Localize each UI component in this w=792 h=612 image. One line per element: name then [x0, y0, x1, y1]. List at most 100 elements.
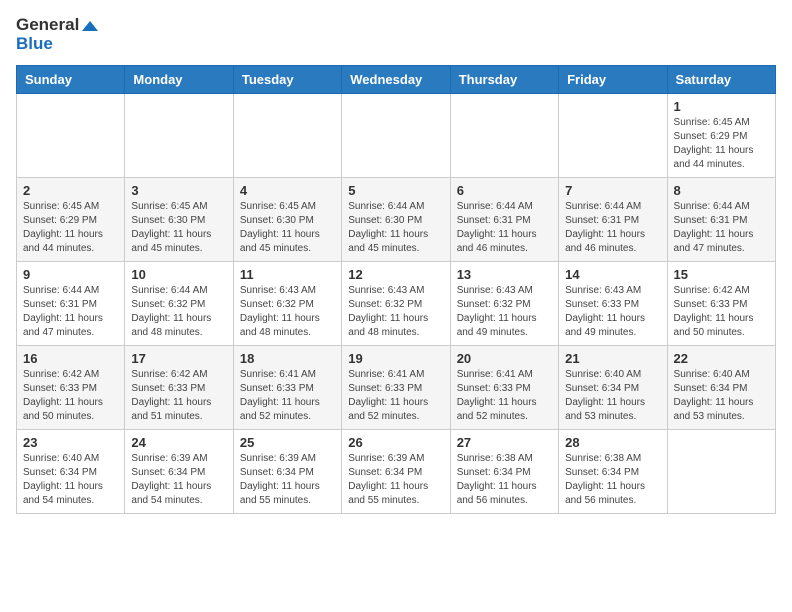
- calendar-cell: 4 Sunrise: 6:45 AM Sunset: 6:30 PM Daylig…: [233, 178, 341, 262]
- calendar-cell: [559, 94, 667, 178]
- day-info: Sunrise: 6:41 AM Sunset: 6:33 PM Dayligh…: [240, 368, 335, 424]
- calendar-cell: [125, 94, 233, 178]
- day-info: Sunrise: 6:44 AM Sunset: 6:32 PM Dayligh…: [131, 284, 226, 340]
- day-number: 20: [457, 351, 552, 366]
- calendar-cell: 22 Sunrise: 6:40 AM Sunset: 6:34 PM Dayli…: [667, 346, 775, 430]
- day-number: 13: [457, 267, 552, 282]
- calendar-cell: 27 Sunrise: 6:38 AM Sunset: 6:34 PM Dayli…: [450, 430, 558, 514]
- calendar-header-tuesday: Tuesday: [233, 66, 341, 94]
- day-info: Sunrise: 6:43 AM Sunset: 6:33 PM Dayligh…: [565, 284, 660, 340]
- day-number: 2: [23, 183, 118, 198]
- calendar-header-row: SundayMondayTuesdayWednesdayThursdayFrid…: [17, 66, 776, 94]
- day-info: Sunrise: 6:38 AM Sunset: 6:34 PM Dayligh…: [565, 452, 660, 508]
- calendar-header-wednesday: Wednesday: [342, 66, 450, 94]
- day-info: Sunrise: 6:42 AM Sunset: 6:33 PM Dayligh…: [674, 284, 769, 340]
- day-info: Sunrise: 6:39 AM Sunset: 6:34 PM Dayligh…: [348, 452, 443, 508]
- day-number: 16: [23, 351, 118, 366]
- day-number: 12: [348, 267, 443, 282]
- logo: General Blue: [16, 16, 98, 53]
- calendar-header-friday: Friday: [559, 66, 667, 94]
- calendar-cell: 28 Sunrise: 6:38 AM Sunset: 6:34 PM Dayli…: [559, 430, 667, 514]
- calendar-cell: 24Sunrise: 6:39 AM Sunset: 6:34 PM Dayli…: [125, 430, 233, 514]
- day-info: Sunrise: 6:42 AM Sunset: 6:33 PM Dayligh…: [23, 368, 118, 424]
- calendar-cell: 14 Sunrise: 6:43 AM Sunset: 6:33 PM Dayli…: [559, 262, 667, 346]
- day-info: Sunrise: 6:44 AM Sunset: 6:31 PM Dayligh…: [23, 284, 118, 340]
- day-number: 4: [240, 183, 335, 198]
- calendar-week-row: 1 Sunrise: 6:45 AM Sunset: 6:29 PM Daylig…: [17, 94, 776, 178]
- calendar-cell: 15 Sunrise: 6:42 AM Sunset: 6:33 PM Dayli…: [667, 262, 775, 346]
- day-info: Sunrise: 6:44 AM Sunset: 6:31 PM Dayligh…: [565, 200, 660, 256]
- day-info: Sunrise: 6:45 AM Sunset: 6:30 PM Dayligh…: [240, 200, 335, 256]
- day-info: Sunrise: 6:44 AM Sunset: 6:31 PM Dayligh…: [674, 200, 769, 256]
- calendar-cell: 21Sunrise: 6:40 AM Sunset: 6:34 PM Dayli…: [559, 346, 667, 430]
- day-number: 3: [131, 183, 226, 198]
- calendar-table: SundayMondayTuesdayWednesdayThursdayFrid…: [16, 65, 776, 514]
- day-number: 6: [457, 183, 552, 198]
- calendar-cell: [17, 94, 125, 178]
- calendar-cell: 2Sunrise: 6:45 AM Sunset: 6:29 PM Daylig…: [17, 178, 125, 262]
- calendar-cell: 3 Sunrise: 6:45 AM Sunset: 6:30 PM Daylig…: [125, 178, 233, 262]
- day-info: Sunrise: 6:40 AM Sunset: 6:34 PM Dayligh…: [674, 368, 769, 424]
- day-info: Sunrise: 6:43 AM Sunset: 6:32 PM Dayligh…: [457, 284, 552, 340]
- calendar-cell: 12 Sunrise: 6:43 AM Sunset: 6:32 PM Dayli…: [342, 262, 450, 346]
- day-info: Sunrise: 6:44 AM Sunset: 6:31 PM Dayligh…: [457, 200, 552, 256]
- calendar-cell: 11 Sunrise: 6:43 AM Sunset: 6:32 PM Dayli…: [233, 262, 341, 346]
- day-number: 19: [348, 351, 443, 366]
- day-number: 5: [348, 183, 443, 198]
- day-number: 7: [565, 183, 660, 198]
- day-number: 22: [674, 351, 769, 366]
- day-info: Sunrise: 6:40 AM Sunset: 6:34 PM Dayligh…: [23, 452, 118, 508]
- day-info: Sunrise: 6:40 AM Sunset: 6:34 PM Dayligh…: [565, 368, 660, 424]
- day-info: Sunrise: 6:41 AM Sunset: 6:33 PM Dayligh…: [457, 368, 552, 424]
- day-number: 10: [131, 267, 226, 282]
- page-header: General Blue: [16, 16, 776, 53]
- calendar-cell: 5 Sunrise: 6:44 AM Sunset: 6:30 PM Daylig…: [342, 178, 450, 262]
- calendar-header-saturday: Saturday: [667, 66, 775, 94]
- calendar-week-row: 9 Sunrise: 6:44 AM Sunset: 6:31 PM Daylig…: [17, 262, 776, 346]
- day-number: 27: [457, 435, 552, 450]
- calendar-cell: 1 Sunrise: 6:45 AM Sunset: 6:29 PM Daylig…: [667, 94, 775, 178]
- day-number: 11: [240, 267, 335, 282]
- calendar-cell: 13 Sunrise: 6:43 AM Sunset: 6:32 PM Dayli…: [450, 262, 558, 346]
- calendar-cell: 7 Sunrise: 6:44 AM Sunset: 6:31 PM Daylig…: [559, 178, 667, 262]
- day-number: 9: [23, 267, 118, 282]
- day-number: 18: [240, 351, 335, 366]
- calendar-cell: 20 Sunrise: 6:41 AM Sunset: 6:33 PM Dayli…: [450, 346, 558, 430]
- day-number: 23: [23, 435, 118, 450]
- calendar-cell: 23 Sunrise: 6:40 AM Sunset: 6:34 PM Dayli…: [17, 430, 125, 514]
- day-info: Sunrise: 6:39 AM Sunset: 6:34 PM Dayligh…: [240, 452, 335, 508]
- calendar-cell: 25 Sunrise: 6:39 AM Sunset: 6:34 PM Dayli…: [233, 430, 341, 514]
- day-number: 26: [348, 435, 443, 450]
- day-info: Sunrise: 6:38 AM Sunset: 6:34 PM Dayligh…: [457, 452, 552, 508]
- day-info: Sunrise: 6:45 AM Sunset: 6:29 PM Dayligh…: [674, 116, 769, 172]
- day-number: 15: [674, 267, 769, 282]
- calendar-header-sunday: Sunday: [17, 66, 125, 94]
- day-info: Sunrise: 6:45 AM Sunset: 6:30 PM Dayligh…: [131, 200, 226, 256]
- day-number: 17: [131, 351, 226, 366]
- day-info: Sunrise: 6:39 AM Sunset: 6:34 PM Dayligh…: [131, 452, 226, 508]
- calendar-cell: 17 Sunrise: 6:42 AM Sunset: 6:33 PM Dayli…: [125, 346, 233, 430]
- day-number: 1: [674, 99, 769, 114]
- day-number: 25: [240, 435, 335, 450]
- day-info: Sunrise: 6:43 AM Sunset: 6:32 PM Dayligh…: [240, 284, 335, 340]
- day-number: 8: [674, 183, 769, 198]
- calendar-header-thursday: Thursday: [450, 66, 558, 94]
- logo-text: General Blue: [16, 16, 98, 53]
- calendar-week-row: 2Sunrise: 6:45 AM Sunset: 6:29 PM Daylig…: [17, 178, 776, 262]
- calendar-week-row: 16 Sunrise: 6:42 AM Sunset: 6:33 PM Dayli…: [17, 346, 776, 430]
- calendar-cell: 8 Sunrise: 6:44 AM Sunset: 6:31 PM Daylig…: [667, 178, 775, 262]
- day-number: 28: [565, 435, 660, 450]
- calendar-cell: 16 Sunrise: 6:42 AM Sunset: 6:33 PM Dayli…: [17, 346, 125, 430]
- day-info: Sunrise: 6:41 AM Sunset: 6:33 PM Dayligh…: [348, 368, 443, 424]
- day-info: Sunrise: 6:42 AM Sunset: 6:33 PM Dayligh…: [131, 368, 226, 424]
- calendar-cell: 19 Sunrise: 6:41 AM Sunset: 6:33 PM Dayli…: [342, 346, 450, 430]
- day-info: Sunrise: 6:44 AM Sunset: 6:30 PM Dayligh…: [348, 200, 443, 256]
- calendar-cell: 26 Sunrise: 6:39 AM Sunset: 6:34 PM Dayli…: [342, 430, 450, 514]
- calendar-week-row: 23 Sunrise: 6:40 AM Sunset: 6:34 PM Dayli…: [17, 430, 776, 514]
- calendar-cell: 9 Sunrise: 6:44 AM Sunset: 6:31 PM Daylig…: [17, 262, 125, 346]
- day-info: Sunrise: 6:43 AM Sunset: 6:32 PM Dayligh…: [348, 284, 443, 340]
- day-number: 14: [565, 267, 660, 282]
- calendar-cell: 6 Sunrise: 6:44 AM Sunset: 6:31 PM Daylig…: [450, 178, 558, 262]
- calendar-cell: [450, 94, 558, 178]
- calendar-cell: [342, 94, 450, 178]
